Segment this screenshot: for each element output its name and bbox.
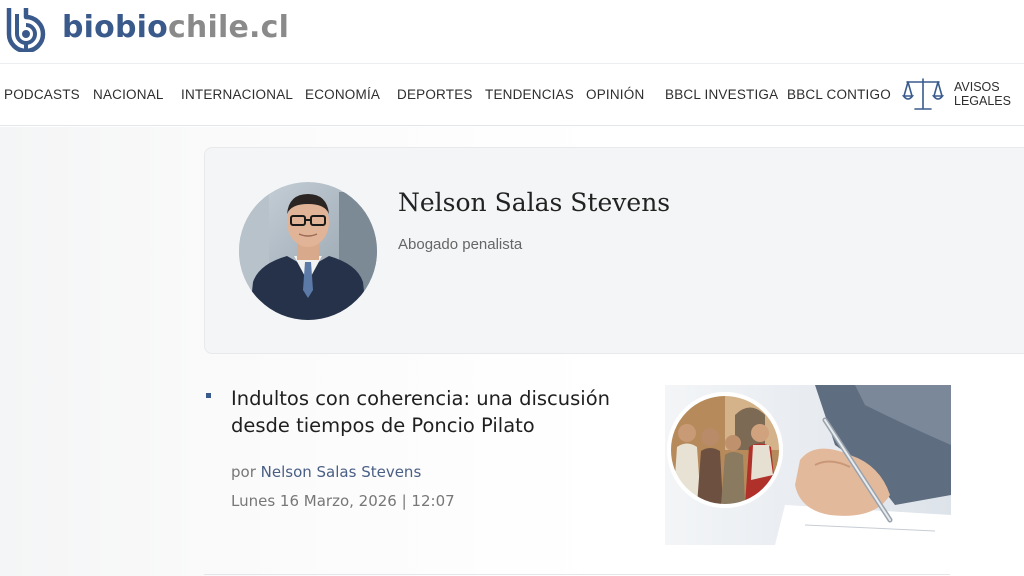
nav-item-podcasts[interactable]: PODCASTS [4,87,80,102]
nav-item-internacional[interactable]: INTERNACIONAL [181,87,293,102]
nav-item-tendencias[interactable]: TENDENCIAS [485,87,574,102]
author-role: Abogado penalista [398,236,523,253]
logo-text-biobio: biobio [62,10,168,45]
byline-author-link[interactable]: Nelson Salas Stevens [261,463,422,481]
nav-item-nacional[interactable]: NACIONAL [93,87,164,102]
author-card: Nelson Salas Stevens Abogado penalista [204,147,1024,354]
author-avatar [239,182,377,320]
avisos-line-2: LEGALES [954,94,1011,108]
article-bullet [206,393,211,398]
avisos-line-1: AVISOS [954,80,1000,94]
article-divider [204,574,950,575]
main-nav: PODCASTS NACIONAL INTERNACIONAL ECONOMÍA… [0,64,1024,126]
nav-item-bbcl-investiga[interactable]: BBCL INVESTIGA [665,87,778,102]
article-date: Lunes 16 Marzo, 2026 | 12:07 [231,492,455,510]
nav-item-opinion[interactable]: OPINIÓN [586,87,644,102]
site-header: biobiochile.cl [0,0,1024,64]
article-thumbnail[interactable] [665,385,951,545]
avisos-legales-link[interactable]: AVISOS LEGALES [954,80,1011,108]
article-byline: por Nelson Salas Stevens [231,463,421,481]
author-name: Nelson Salas Stevens [398,188,671,217]
scales-of-justice-icon[interactable] [902,76,944,112]
nav-item-deportes[interactable]: DEPORTES [397,87,473,102]
logo-text-chile: chile.cl [167,10,290,45]
nav-item-economia[interactable]: ECONOMÍA [305,87,380,102]
article-title-link[interactable]: Indultos con coherencia: una discusión d… [231,385,641,439]
site-logo[interactable]: biobiochile.cl [62,10,289,46]
biobio-logo-icon[interactable] [5,4,51,52]
nav-item-bbcl-contigo[interactable]: BBCL CONTIGO [787,87,891,102]
byline-prefix: por [231,463,256,481]
